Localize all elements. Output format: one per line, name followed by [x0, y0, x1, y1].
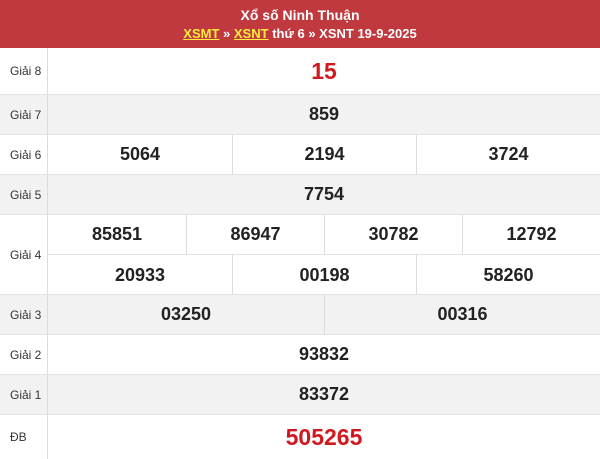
prize-label: Giải 7 [0, 95, 48, 134]
special-prize-number: 505265 [285, 423, 363, 450]
prize-number: 2194 [232, 135, 416, 174]
prize-label: Giải 8 [0, 48, 48, 94]
results-header: Xổ số Ninh Thuận XSMT » XSNT thứ 6 » XSN… [0, 0, 600, 48]
prize-number: 7754 [303, 184, 345, 204]
prize-label: Giải 1 [0, 375, 48, 414]
prize-row-g1: Giải 1 83372 [0, 375, 600, 415]
prize-row-g2: Giải 2 93832 [0, 335, 600, 375]
prize-number: 30782 [324, 215, 462, 254]
prize-label: Giải 2 [0, 335, 48, 374]
breadcrumb-link-xsnt[interactable]: XSNT [234, 26, 269, 41]
prize-number: 15 [311, 57, 337, 84]
prize-number: 20933 [114, 264, 166, 285]
prize-row-g7: Giải 7 859 [0, 95, 600, 135]
prize-number: 93832 [298, 344, 350, 364]
prize-row-special: ĐB 505265 [0, 415, 600, 459]
prize-subrow: 85851 86947 30782 12792 [48, 215, 600, 255]
prize-label: Giải 5 [0, 175, 48, 214]
prize-number: 03250 [160, 304, 212, 324]
prize-number: 85851 [91, 224, 143, 244]
prize-row-g8: Giải 8 15 [0, 48, 600, 95]
breadcrumb: XSMT » XSNT thứ 6 » XSNT 19-9-2025 [0, 26, 600, 41]
prize-number: 86947 [186, 215, 324, 254]
prize-number: 00316 [324, 295, 600, 334]
prize-row-g5: Giải 5 7754 [0, 175, 600, 215]
breadcrumb-link-xsmt[interactable]: XSMT [183, 26, 219, 41]
prize-number: 859 [308, 104, 340, 124]
prize-subrow: 20933 00198 58260 [48, 255, 600, 295]
prize-number: 3724 [416, 135, 600, 174]
prize-number: 00198 [232, 255, 416, 295]
breadcrumb-current: thứ 6 » XSNT 19-9-2025 [272, 26, 417, 41]
page-title: Xổ số Ninh Thuận [240, 7, 360, 23]
prize-number: 83372 [298, 384, 350, 404]
prize-label: Giải 6 [0, 135, 48, 174]
prize-row-g3: Giải 3 03250 00316 [0, 295, 600, 335]
prize-row-g6: Giải 6 5064 2194 3724 [0, 135, 600, 175]
prize-label: Giải 4 [0, 215, 48, 294]
prize-row-g4: Giải 4 85851 86947 30782 12792 20933 001… [0, 215, 600, 295]
prize-number: 58260 [416, 255, 600, 295]
prize-number: 12792 [462, 215, 600, 254]
prize-label: Giải 3 [0, 295, 48, 334]
breadcrumb-separator: » [223, 26, 231, 41]
prize-number: 5064 [119, 144, 161, 164]
prize-label: ĐB [0, 415, 48, 459]
